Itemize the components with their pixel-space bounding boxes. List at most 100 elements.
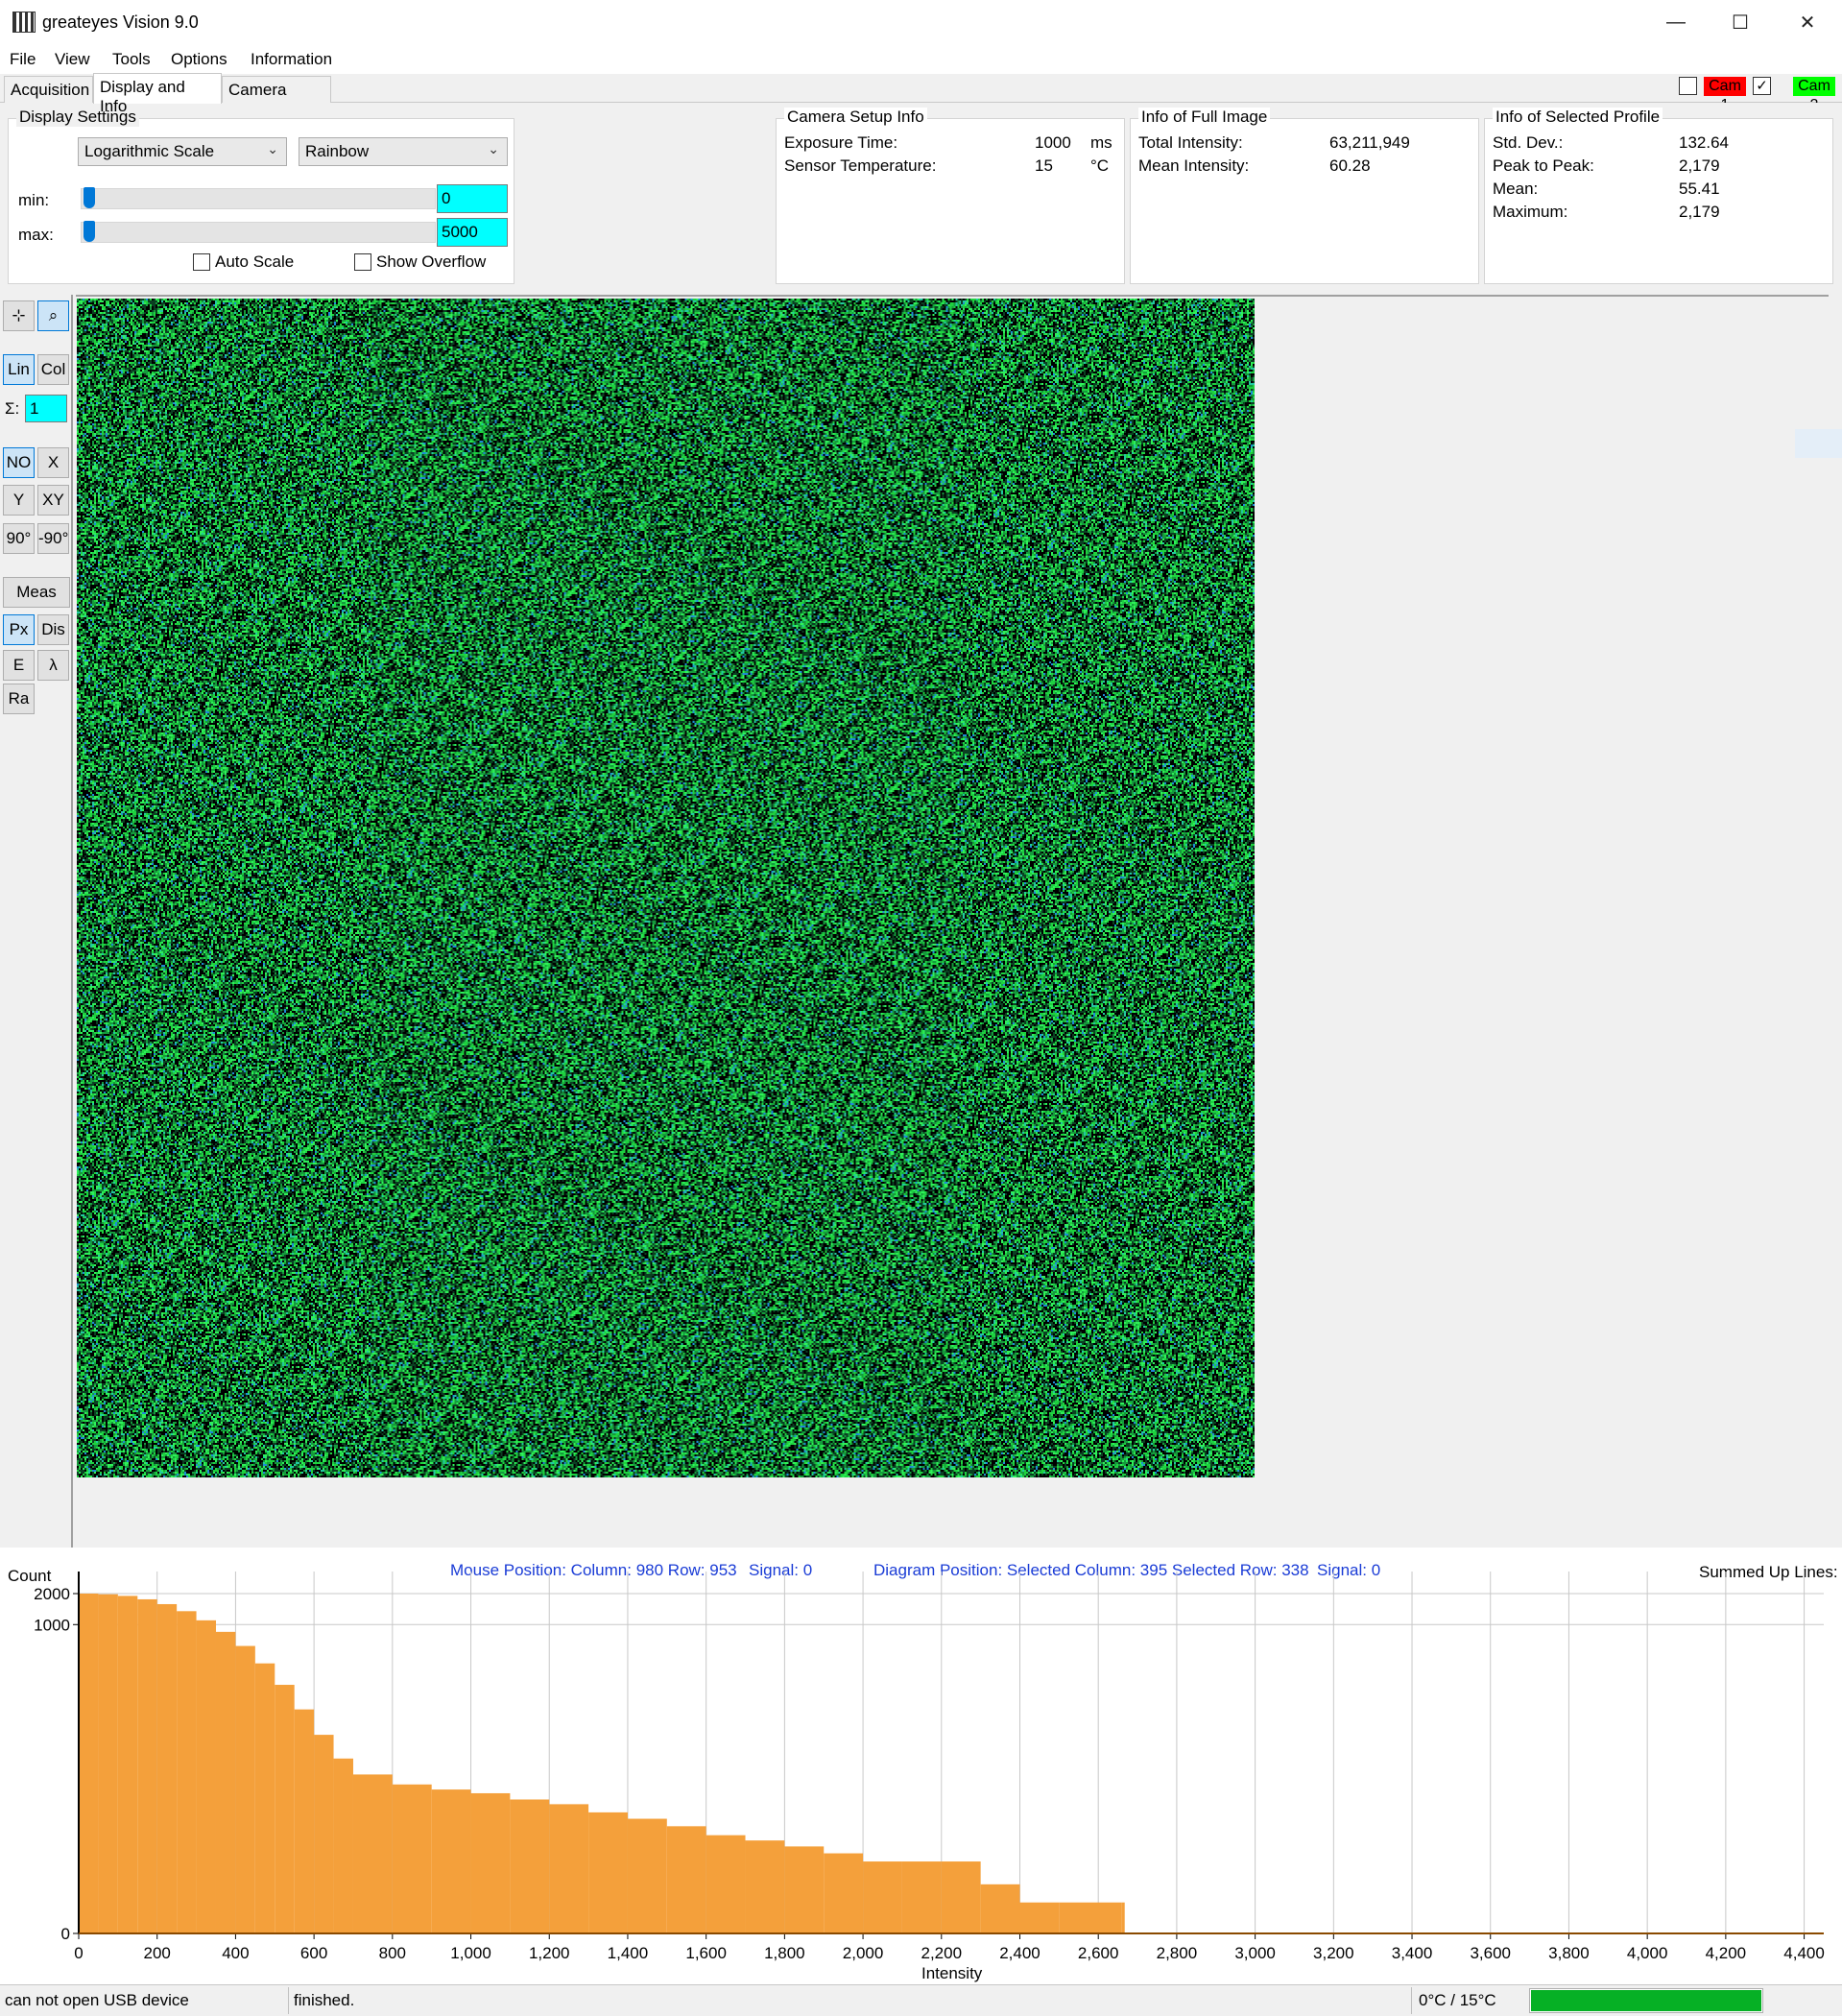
cam2-label: Cam 2 <box>1793 77 1835 113</box>
max-slider[interactable] <box>81 221 436 243</box>
x-tick-label: 4,400 <box>1783 1944 1825 1962</box>
rotate-minus-90-button[interactable]: -90° <box>37 523 69 554</box>
sensor-temperature-unit: °C <box>1090 156 1110 175</box>
histogram-bar <box>333 1758 353 1933</box>
mean-value: 55.41 <box>1679 180 1720 198</box>
sensor-temperature-label: Sensor Temperature: <box>784 156 937 175</box>
histogram-chart[interactable]: 0 200 400 600 800 1,000 1,200 1,400 1,600 1,800 2,… <box>0 1548 1842 1984</box>
app-logo-icon <box>12 12 36 33</box>
menu-bar: File View Tools Options Information <box>0 45 1842 74</box>
std-dev-value: 132.64 <box>1679 133 1729 152</box>
min-label: min: <box>18 191 50 209</box>
status-separator <box>288 1987 289 2014</box>
min-input[interactable]: 0 <box>437 184 508 213</box>
mean-intensity-label: Mean Intensity: <box>1138 156 1250 175</box>
zoom-magnifier-icon[interactable]: ⌕ <box>37 300 69 331</box>
tab-camera-setup[interactable]: Camera Setup <box>222 76 331 118</box>
histogram-bar <box>235 1645 255 1933</box>
x-tick-label: 2,400 <box>999 1944 1041 1962</box>
mean-label: Mean: <box>1493 180 1539 198</box>
ra-button[interactable]: Ra <box>3 684 35 714</box>
show-overflow-checkbox[interactable] <box>354 253 371 271</box>
max-slider-thumb[interactable] <box>84 221 95 242</box>
distance-units-button[interactable]: Dis <box>37 614 69 645</box>
y-tick-label: 1000 <box>34 1616 70 1634</box>
histogram-bar <box>137 1598 157 1933</box>
status-message: can not open USB device <box>5 1991 189 2009</box>
status-state: finished. <box>294 1991 355 2009</box>
minimize-button[interactable]: — <box>1642 0 1710 45</box>
sigma-input[interactable]: 1 <box>25 395 67 422</box>
image-scroll-indicator <box>1795 429 1842 458</box>
histogram-bar <box>392 1784 432 1933</box>
wavelength-units-button[interactable]: λ <box>37 650 69 681</box>
tab-bar: Acquisition Display and Info Camera Setu… <box>0 73 1842 118</box>
sigma-label: Σ: <box>5 399 20 418</box>
histogram-bar <box>549 1804 589 1933</box>
image-view[interactable] <box>76 295 1829 1548</box>
column-profile-button[interactable]: Col <box>37 354 69 385</box>
close-button[interactable]: ✕ <box>1774 0 1841 45</box>
cam2-checkbox[interactable]: ✓ <box>1753 77 1771 95</box>
histogram-bar <box>901 1861 942 1933</box>
max-input[interactable]: 5000 <box>437 218 508 247</box>
energy-units-button[interactable]: E <box>3 650 35 681</box>
camera-image[interactable] <box>77 299 1255 1477</box>
histogram-bar <box>275 1685 295 1933</box>
total-intensity-value: 63,211,949 <box>1329 133 1410 152</box>
histogram-bar <box>745 1840 785 1933</box>
min-slider-thumb[interactable] <box>84 187 95 208</box>
tab-acquisition[interactable]: Acquisition <box>4 76 93 103</box>
histogram-bar <box>863 1861 902 1933</box>
selected-profile-info-group: Info of Selected Profile Std. Dev.: 132.… <box>1484 108 1833 284</box>
histogram-bar <box>1059 1902 1122 1933</box>
x-tick-label: 3,800 <box>1548 1944 1590 1962</box>
min-slider[interactable] <box>81 187 436 209</box>
x-tick-label: 1,400 <box>608 1944 649 1962</box>
histogram-bar <box>706 1835 746 1933</box>
maximize-button[interactable]: ☐ <box>1707 0 1774 45</box>
menu-tools[interactable]: Tools <box>112 50 151 69</box>
view-toolbar: ⊹ ⌕ Lin Col Σ: 1 NO X Y XY 90° -90° Meas… <box>0 295 73 1548</box>
total-intensity-label: Total Intensity: <box>1138 133 1243 152</box>
sensor-temperature-value: 15 <box>1035 156 1053 175</box>
pixel-units-button[interactable]: Px <box>3 614 35 645</box>
x-tick-label: 1,000 <box>450 1944 491 1962</box>
full-image-info-title: Info of Full Image <box>1138 108 1271 127</box>
histogram-bar <box>980 1884 1020 1933</box>
menu-view[interactable]: View <box>55 50 90 69</box>
x-tick-label: 2,600 <box>1078 1944 1119 1962</box>
x-tick-label: 200 <box>144 1944 171 1962</box>
measure-button[interactable]: Meas <box>3 577 70 608</box>
maximum-value: 2,179 <box>1679 203 1720 221</box>
histogram-bar <box>1121 1902 1125 1933</box>
colormap-select[interactable]: Rainbow ⌄ <box>299 137 508 166</box>
display-settings-group: Display Settings Logarithmic Scale ⌄ Rai… <box>8 108 514 284</box>
menu-information[interactable]: Information <box>251 50 332 69</box>
rotate-90-button[interactable]: 90° <box>3 523 35 554</box>
flip-y-button[interactable]: Y <box>3 485 35 516</box>
scale-select[interactable]: Logarithmic Scale ⌄ <box>78 137 287 166</box>
histogram-bar <box>215 1631 236 1933</box>
menu-options[interactable]: Options <box>171 50 227 69</box>
exposure-time-label: Exposure Time: <box>784 133 898 152</box>
histogram-bar <box>627 1818 667 1933</box>
flip-x-button[interactable]: X <box>37 447 69 478</box>
cam1-checkbox[interactable] <box>1679 77 1697 95</box>
peak-to-peak-value: 2,179 <box>1679 156 1720 175</box>
full-image-info-group: Info of Full Image Total Intensity: 63,2… <box>1130 108 1479 284</box>
histogram-bar <box>588 1812 628 1933</box>
x-tick-label: 3,600 <box>1470 1944 1511 1962</box>
histogram-bar <box>294 1709 315 1933</box>
peak-to-peak-label: Peak to Peak: <box>1493 156 1594 175</box>
tab-display-and-info[interactable]: Display and Info <box>93 73 222 115</box>
y-tick-label: 2000 <box>34 1585 70 1603</box>
flip-xy-button[interactable]: XY <box>37 485 69 516</box>
line-profile-button[interactable]: Lin <box>3 354 35 385</box>
crosshair-cursor-icon[interactable]: ⊹ <box>3 300 35 331</box>
auto-scale-checkbox[interactable] <box>193 253 210 271</box>
chevron-down-icon: ⌄ <box>267 141 278 156</box>
no-flip-button[interactable]: NO <box>3 447 35 478</box>
menu-file[interactable]: File <box>10 50 36 69</box>
y-tick-label: 0 <box>61 1925 70 1943</box>
